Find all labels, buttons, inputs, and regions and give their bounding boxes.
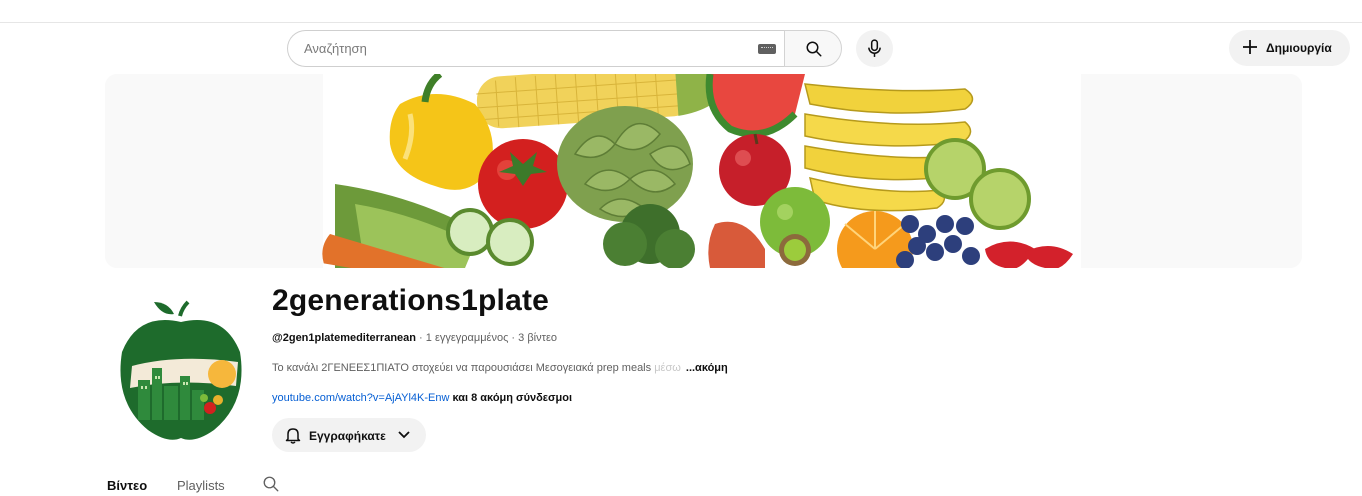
create-button[interactable]: Δημιουργία: [1229, 30, 1350, 66]
subscribed-button[interactable]: Εγγραφήκατε: [272, 418, 426, 452]
channel-avatar[interactable]: [118, 292, 244, 442]
apple-city-logo: [120, 300, 242, 440]
channel-link[interactable]: youtube.com/watch?v=AjAYl4K-Enw: [272, 392, 449, 404]
bell-icon: [285, 428, 301, 444]
channel-name: 2generations1plate: [272, 284, 550, 317]
voice-search-button[interactable]: [856, 30, 893, 67]
channel-banner: [105, 74, 1302, 268]
channel-description[interactable]: Το κανάλι 2ΓΕΝΕΕΣ1ΠΙΑΤΟ στοχεύει να παρο…: [272, 362, 728, 374]
top-divider: [0, 22, 1362, 23]
plus-icon: [1243, 40, 1257, 54]
keyboard-icon[interactable]: [758, 44, 776, 54]
tab-videos[interactable]: Βίντεο: [107, 478, 147, 493]
mic-icon: [868, 39, 881, 57]
description-more-link[interactable]: ...ακόμη: [686, 362, 728, 374]
more-links[interactable]: και 8 ακόμη σύνδεσμοι: [449, 392, 572, 404]
subscribed-label: Εγγραφήκατε: [309, 429, 386, 443]
description-fade-text: μέσω: [654, 362, 681, 374]
search-input[interactable]: [304, 31, 744, 66]
search-box[interactable]: [287, 30, 784, 67]
tab-search-icon[interactable]: [262, 475, 280, 493]
chevron-down-icon: [398, 431, 410, 439]
channel-links: youtube.com/watch?v=AjAYl4K-Enw και 8 ακ…: [272, 392, 572, 404]
channel-meta: @2gen1platemediterranean · 1 εγγεγραμμέν…: [272, 332, 557, 344]
description-text: Το κανάλι 2ΓΕΝΕΕΣ1ΠΙΑΤΟ στοχεύει να παρο…: [272, 362, 652, 374]
create-button-label: Δημιουργία: [1266, 41, 1332, 55]
search-button[interactable]: [784, 30, 842, 67]
search-icon: [806, 41, 822, 57]
tab-playlists[interactable]: Playlists: [177, 478, 225, 493]
channel-handle: @2gen1platemediterranean: [272, 332, 416, 344]
banner-vegetables-fruits-image: [105, 74, 1302, 268]
channel-stats: · 1 εγγεγραμμένος · 3 βίντεο: [416, 332, 557, 344]
